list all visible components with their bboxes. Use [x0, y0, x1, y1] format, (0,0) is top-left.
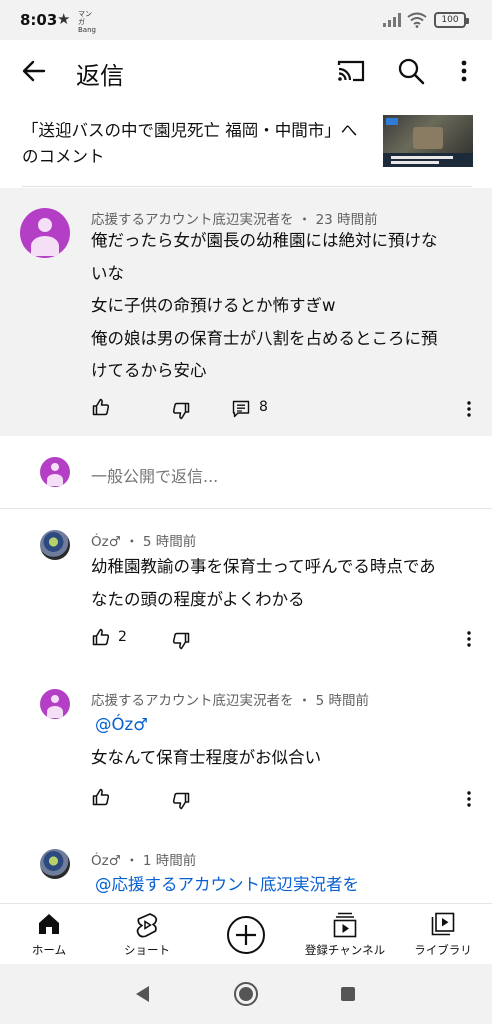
- meta-separator: ・: [125, 534, 143, 550]
- mention-link[interactable]: @応援するアカウント底辺実況者を: [91, 869, 476, 902]
- divider: [22, 186, 472, 187]
- avatar[interactable]: [40, 689, 70, 719]
- app-notification-tag: マンガ Bang: [78, 10, 96, 34]
- comment-time: 1 時間前: [142, 853, 197, 869]
- nav-create[interactable]: [196, 904, 296, 965]
- reply-input-row[interactable]: 一般公開で返信...: [0, 436, 492, 509]
- nav-home[interactable]: ホーム: [0, 904, 98, 965]
- status-bar: 8:03 ★ マンガ Bang 100: [0, 0, 492, 40]
- thumbs-down-icon[interactable]: [172, 402, 190, 420]
- status-time: 8:03: [20, 11, 58, 29]
- bottom-nav: ホーム ショート 登録チャンネル ライブラリ: [0, 903, 492, 964]
- comment-actions: 8: [0, 396, 492, 420]
- comment-time: 5 時間前: [315, 693, 369, 709]
- comment-text: @Óz♂ 女なんて保育士程度がお似合い: [91, 709, 476, 774]
- bus-seat-image: [413, 127, 443, 149]
- comment-line: なたの頭の程度がよくわかる: [91, 589, 305, 609]
- news-logo-icon: [386, 118, 398, 125]
- reply-input[interactable]: 一般公開で返信...: [91, 463, 218, 487]
- comment-meta: 応援するアカウント底辺実況者を ・ 5 時間前: [91, 689, 369, 709]
- comment-author[interactable]: 応援するアカウント底辺実況者を: [91, 693, 294, 709]
- subscriptions-icon: [333, 912, 357, 938]
- nav-library[interactable]: ライブラリ: [394, 904, 492, 965]
- comment-line: 俺だったら女が園長の幼稚園には絶対に預けな: [91, 231, 438, 250]
- mention-link[interactable]: @Óz♂: [91, 709, 476, 742]
- comment-line: 女なんて保育士程度がお似合い: [91, 747, 322, 767]
- search-icon[interactable]: [396, 56, 426, 86]
- thumbs-down-icon[interactable]: [172, 632, 190, 650]
- battery-icon: 100: [434, 12, 469, 28]
- nav-shorts[interactable]: ショート: [98, 904, 196, 965]
- nav-label: 登録チャンネル: [304, 943, 386, 957]
- video-header[interactable]: 「送迎バスの中で園児死亡 福岡・中間市」へのコメント: [0, 102, 492, 188]
- avatar[interactable]: [20, 208, 70, 258]
- video-title: 「送迎バスの中で園児死亡 福岡・中間市」へのコメント: [22, 121, 358, 166]
- comment-text: 幼稚園教諭の事を保育士って呼んでる時点であ なたの頭の程度がよくわかる: [91, 551, 476, 616]
- battery-level: 100: [441, 15, 459, 25]
- comment-line: 女に子供の命預けるとか怖すぎw: [91, 296, 336, 315]
- home-icon: [39, 914, 59, 934]
- system-home-icon[interactable]: [234, 982, 258, 1006]
- thumbs-up-icon[interactable]: [92, 628, 110, 646]
- back-arrow-icon[interactable]: [18, 55, 50, 87]
- comment-author[interactable]: Óz♂: [91, 534, 121, 550]
- reply-comment: Óz♂ ・ 5 時間前 幼稚園教諭の事を保育士って呼んでる時点であ なたの頭の程…: [0, 509, 492, 679]
- reply-comment: Óz♂ ・ 1 時間前 @応援するアカウント底辺実況者を: [0, 839, 492, 903]
- signal-icon: [383, 13, 401, 27]
- system-back-icon[interactable]: [134, 985, 150, 1003]
- avatar: [40, 457, 70, 487]
- reply-comment: 応援するアカウント底辺実況者を ・ 5 時間前 @Óz♂ 女なんて保育士程度がお…: [0, 679, 492, 839]
- comment-meta: Óz♂ ・ 1 時間前: [91, 849, 196, 869]
- create-icon: [227, 916, 265, 954]
- star-icon: ★: [57, 10, 71, 28]
- reply-icon[interactable]: [232, 400, 250, 418]
- system-recents-icon[interactable]: [341, 987, 355, 1001]
- comment-text: 俺だったら女が園長の幼稚園には絶対に預けな いな 女に子供の命預けるとか怖すぎw…: [91, 225, 476, 388]
- nav-subscriptions[interactable]: 登録チャンネル: [296, 904, 394, 965]
- meta-separator: ・: [297, 693, 316, 709]
- comment-meta: Óz♂ ・ 5 時間前: [91, 530, 196, 550]
- like-count: 2: [118, 629, 127, 645]
- more-vert-icon[interactable]: [452, 57, 476, 85]
- shorts-icon: [136, 913, 158, 938]
- parent-comment: 応援するアカウント底辺実況者を ・ 23 時間前 俺だったら女が園長の幼稚園には…: [0, 188, 492, 436]
- cast-icon[interactable]: [336, 57, 366, 85]
- system-nav-bar: [0, 964, 492, 1024]
- nav-label: ライブラリ: [414, 943, 472, 957]
- comment-line: いな: [91, 263, 124, 283]
- comment-menu-icon[interactable]: [466, 630, 472, 648]
- avatar[interactable]: [40, 849, 70, 879]
- page-title: 返信: [76, 62, 124, 90]
- thumbs-up-icon[interactable]: [92, 788, 110, 806]
- comment-menu-icon[interactable]: [466, 790, 472, 808]
- comment-line: 俺の娘は男の保育士が八割を占めるところに預: [91, 328, 438, 348]
- app-bar: 返信: [0, 40, 492, 102]
- thumbs-down-icon[interactable]: [172, 792, 190, 810]
- comment-menu-icon[interactable]: [466, 400, 472, 418]
- comment-author[interactable]: Óz♂: [91, 853, 121, 869]
- reply-count[interactable]: 8: [259, 399, 268, 415]
- avatar[interactable]: [40, 530, 70, 560]
- library-icon: [431, 912, 455, 936]
- meta-separator: ・: [125, 853, 143, 869]
- nav-label: ショート: [124, 943, 170, 957]
- nav-label: ホーム: [31, 943, 67, 957]
- video-thumbnail[interactable]: [383, 115, 473, 167]
- comment-line: 幼稚園教諭の事を保育士って呼んでる時点であ: [91, 557, 436, 576]
- comment-time: 5 時間前: [142, 534, 197, 550]
- comment-line: けてるから安心: [91, 361, 207, 380]
- wifi-icon: [407, 12, 427, 28]
- news-ticker: [383, 153, 473, 167]
- comment-text: @応援するアカウント底辺実況者を: [91, 869, 476, 902]
- thumbs-up-icon[interactable]: [92, 398, 110, 416]
